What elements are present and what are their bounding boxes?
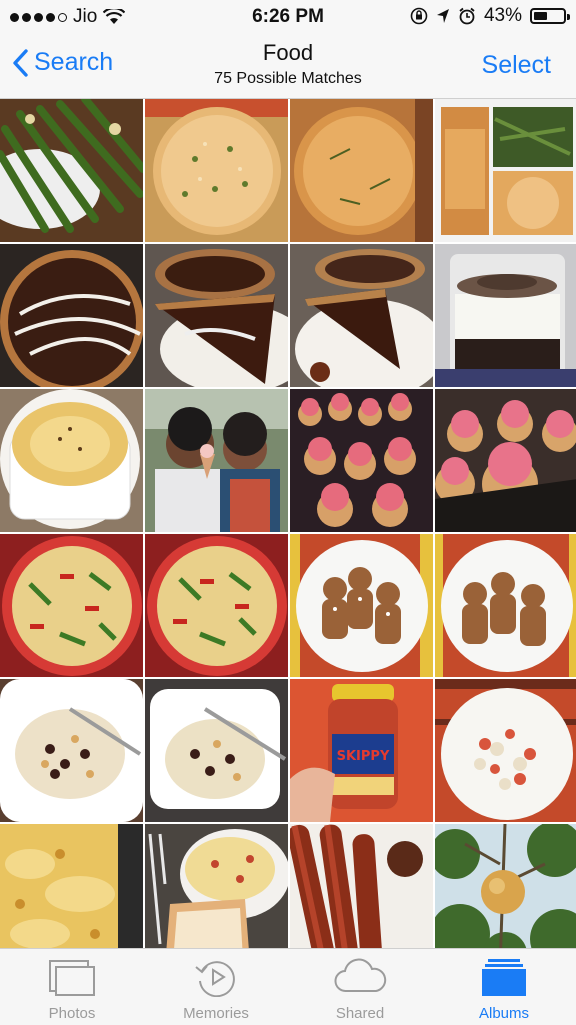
memories-icon (195, 961, 235, 997)
photo-thumbnail[interactable] (145, 389, 288, 532)
photo-thumbnail[interactable]: SKIPPY (290, 679, 433, 822)
photo-thumbnail[interactable] (435, 534, 576, 677)
tab-photos-label: Photos (48, 1005, 96, 1022)
photo-thumbnail[interactable] (0, 244, 143, 387)
photo-thumbnail[interactable] (435, 244, 576, 387)
orientation-lock-icon (410, 7, 428, 25)
battery-percent: 43% (483, 5, 522, 26)
photo-thumbnail[interactable] (290, 244, 433, 387)
tab-memories-label: Memories (183, 1005, 249, 1022)
tab-shared-label: Shared (335, 1005, 385, 1022)
photo-thumbnail[interactable] (290, 534, 433, 677)
photo-thumbnail[interactable] (145, 824, 288, 948)
photo-thumbnail[interactable] (0, 389, 143, 532)
photo-thumbnail[interactable] (435, 679, 576, 822)
tab-albums[interactable]: Albums (432, 949, 576, 1025)
battery-icon (530, 8, 570, 24)
photo-thumbnail[interactable] (145, 99, 288, 242)
status-bar: Jio 6:26 PM 43% (0, 0, 576, 34)
navigation-bar: Search Food 75 Possible Matches Select (0, 34, 576, 99)
status-right-group: 43% (410, 5, 570, 27)
photo-thumbnail[interactable] (0, 99, 143, 242)
tab-bar: Photos Memories Shared Albums (0, 948, 576, 1025)
photo-thumbnail[interactable] (435, 824, 576, 948)
cloud-icon (334, 958, 387, 993)
tab-photos[interactable]: Photos (0, 949, 144, 1025)
albums-icon (482, 959, 526, 996)
photo-thumbnail[interactable] (145, 679, 288, 822)
jar-label: SKIPPY (337, 749, 390, 764)
photo-thumbnail[interactable] (435, 99, 576, 242)
photo-grid: SKIPPY (0, 99, 576, 948)
photo-thumbnail[interactable] (0, 679, 143, 822)
location-icon (436, 9, 449, 23)
tab-albums-label: Albums (478, 1005, 530, 1022)
select-button[interactable]: Select (482, 51, 551, 80)
photo-thumbnail[interactable] (435, 389, 576, 532)
photo-thumbnail[interactable] (0, 824, 143, 948)
photo-thumbnail[interactable] (0, 534, 143, 677)
photo-thumbnail[interactable] (290, 824, 433, 948)
photo-thumbnail[interactable] (290, 389, 433, 532)
alarm-icon (459, 7, 475, 25)
tab-memories[interactable]: Memories (144, 949, 288, 1025)
photo-thumbnail[interactable] (290, 99, 433, 242)
photos-icon (49, 960, 95, 996)
tab-shared[interactable]: Shared (288, 949, 432, 1025)
photo-thumbnail[interactable] (145, 244, 288, 387)
photo-thumbnail[interactable] (145, 534, 288, 677)
